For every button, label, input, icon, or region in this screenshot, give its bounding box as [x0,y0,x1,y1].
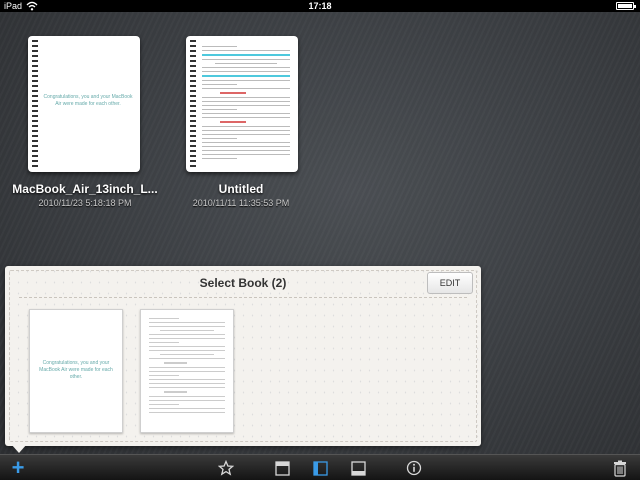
clock: 17:18 [308,1,332,11]
shelf-book[interactable] [186,36,298,172]
layout-side-icon[interactable] [310,458,330,478]
layout-top-icon[interactable] [272,458,292,478]
edit-button[interactable]: EDIT [427,272,473,294]
popover-arrow [11,444,27,453]
book-date: 2010/11/11 11:35:53 PM [192,198,290,208]
page-preview [202,46,290,162]
book-title: Untitled [218,182,264,196]
divider [19,297,467,298]
trash-icon[interactable] [610,458,630,478]
shelf-book[interactable]: Congratulations, you and your MacBook Ai… [28,36,140,172]
page-preview [149,318,225,424]
book-title: MacBook_Air_13inch_L... [12,182,158,196]
status-bar: iPad 17:18 [0,0,640,12]
add-icon[interactable]: + [8,457,28,479]
book-date: 2010/11/23 5:18:18 PM [38,198,132,208]
binding-rings [32,40,38,168]
battery-icon [616,2,636,10]
book-cover-text: Congratulations, you and your MacBook Ai… [43,94,133,107]
popover-title: Select Book (2) [199,276,287,290]
select-book-popover: Select Book (2) EDIT Congratulations, yo… [5,266,481,446]
info-icon[interactable] [404,458,424,478]
star-icon[interactable] [216,458,236,478]
book-thumbnail[interactable]: Congratulations, you and your MacBook Ai… [29,309,123,433]
binding-rings [190,40,196,168]
book-thumbnail[interactable] [140,309,234,433]
thumbnail-cover-text: Congratulations, you and your MacBook Ai… [39,360,113,380]
bottom-toolbar: + [0,454,640,480]
layout-bottom-icon[interactable] [348,458,368,478]
